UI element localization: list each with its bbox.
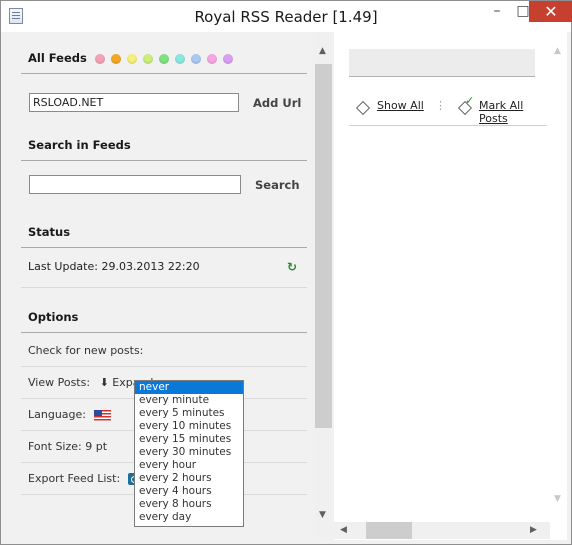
dropdown-option[interactable]: every minute [135,394,243,407]
right-scroll-down-icon[interactable]: ▼ [554,494,561,504]
search-title: Search in Feeds [28,138,131,152]
feed-color-dot[interactable] [94,53,105,64]
dropdown-option[interactable]: every hour [135,459,243,472]
check-posts-row: Check for new posts: [21,335,307,367]
scroll-up-arrow-icon[interactable]: ▲ [319,46,326,56]
left-scrollbar[interactable]: ▲ ▼ [315,32,332,540]
feed-color-dot[interactable] [174,53,185,64]
toolbar-separator: ⋮ [435,99,446,112]
options-header: Options [21,303,307,333]
scroll-left-arrow-icon[interactable]: ◀ [340,525,347,535]
all-feeds-header[interactable]: All Feeds [21,44,307,74]
minimize-button[interactable]: – [483,1,511,22]
view-posts-label: View Posts: [28,376,91,389]
expand-icon[interactable]: ⬇ [100,376,109,389]
feed-color-dot[interactable] [158,53,169,64]
right-scroll-up-icon[interactable]: ▲ [554,46,561,56]
dropdown-option[interactable]: never [135,381,243,394]
scroll-right-arrow-icon[interactable]: ▶ [530,525,537,535]
search-button[interactable]: Search [255,178,300,192]
refresh-icon[interactable]: ↻ [287,248,297,286]
dropdown-option[interactable]: every 30 minutes [135,446,243,459]
last-update-text: Last Update: 29.03.2013 22:20 [28,260,200,273]
main-window: Royal RSS Reader [1.49] – □ ✕ All Feeds … [0,0,572,545]
status-title: Status [28,225,71,239]
status-header: Status [21,218,307,248]
add-url-button[interactable]: Add Url [253,96,301,110]
feed-color-dot[interactable] [110,53,121,64]
dropdown-option[interactable]: every day [135,511,243,524]
dropdown-option[interactable]: every 4 hours [135,485,243,498]
url-input[interactable]: RSLOAD.NET [29,93,239,112]
dropdown-option[interactable]: every 5 minutes [135,407,243,420]
posts-toolbar: Show All ⋮ ✓ Mark All Posts [349,94,547,126]
mark-all-posts-button[interactable]: Mark All Posts [479,99,547,125]
posts-pane: Show All ⋮ ✓ Mark All Posts ▲ ▼ ◀ ▶ [334,32,567,540]
search-row: Search [21,161,307,202]
export-label: Export Feed List: [28,472,121,485]
feed-color-dots [94,44,239,73]
language-label: Language: [28,408,86,421]
feed-color-dot[interactable] [222,53,233,64]
font-size-label[interactable]: Font Size: 9 pt [28,440,107,453]
status-row: Last Update: 29.03.2013 22:20 ↻ [21,248,307,288]
close-button[interactable]: ✕ [529,1,572,22]
check-posts-label: Check for new posts: [28,344,144,357]
dropdown-option[interactable]: every 10 minutes [135,420,243,433]
checkmark-icon: ✓ [465,94,475,107]
horizontal-scrollbar[interactable]: ◀ ▶ [334,522,550,539]
us-flag-icon[interactable] [93,409,111,421]
all-feeds-title: All Feeds [28,51,87,65]
posts-header [349,49,535,77]
feed-color-dot[interactable] [126,53,137,64]
check-interval-dropdown[interactable]: never every minute every 5 minutes every 10… [134,380,244,527]
right-scrollbar[interactable]: ▲ ▼ [550,32,567,522]
dropdown-option[interactable]: every 8 hours [135,498,243,511]
search-input[interactable] [29,175,241,194]
show-all-button[interactable]: Show All [377,99,424,112]
feed-color-dot[interactable] [142,53,153,64]
scroll-down-arrow-icon[interactable]: ▼ [319,510,326,520]
add-url-row: RSLOAD.NET Add Url [21,74,307,131]
feed-color-dot[interactable] [190,53,201,64]
options-title: Options [28,310,79,324]
left-scroll-thumb[interactable] [315,64,332,428]
search-header: Search in Feeds [21,131,307,161]
feed-color-dot[interactable] [206,53,217,64]
horizontal-scroll-thumb[interactable] [366,522,412,539]
show-all-icon[interactable] [355,100,371,116]
dropdown-option[interactable]: every 2 hours [135,472,243,485]
dropdown-option[interactable]: every 15 minutes [135,433,243,446]
client-area: All Feeds RSLOAD.NET Add Url Search in F… [7,32,567,540]
title-bar[interactable]: Royal RSS Reader [1.49] – □ ✕ [1,1,572,32]
